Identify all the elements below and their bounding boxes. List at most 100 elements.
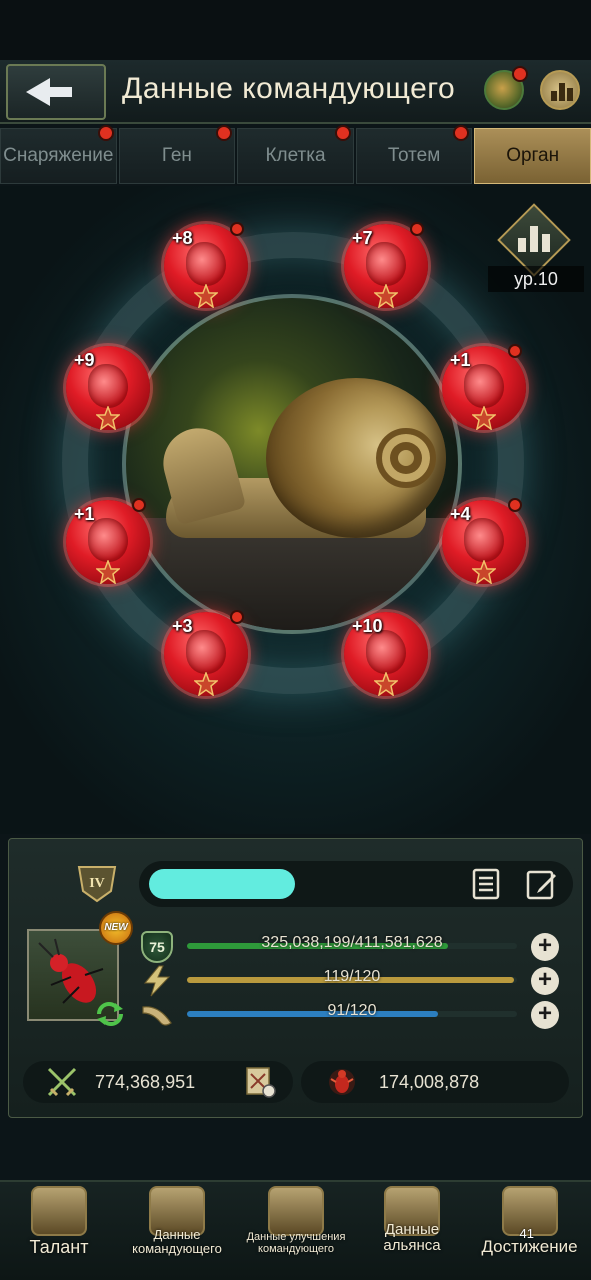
organ-level-text: ур.10 bbox=[488, 266, 584, 292]
page-title: Данные командующего bbox=[122, 72, 456, 105]
kills-bug-icon bbox=[329, 1069, 355, 1095]
back-arrow-icon bbox=[26, 78, 72, 106]
ranking-button[interactable] bbox=[540, 70, 580, 110]
tab-label: Снаряжение bbox=[3, 145, 114, 166]
snail-portrait bbox=[122, 294, 462, 634]
nav-alliance-data[interactable]: Данные альянса bbox=[356, 1182, 468, 1280]
organ-slot[interactable]: +9 bbox=[66, 346, 150, 430]
rank-numeral: IV bbox=[89, 876, 105, 891]
organ-slot[interactable]: +7 bbox=[344, 222, 428, 308]
notification-dot bbox=[132, 498, 146, 512]
edit-icon bbox=[526, 870, 556, 900]
organ-slot[interactable]: +1 bbox=[66, 498, 150, 584]
organ-slot[interactable]: +10 bbox=[344, 612, 428, 696]
nav-upgrade-data[interactable]: Данные улучшения командующего bbox=[236, 1182, 356, 1280]
organ-level: +3 bbox=[172, 616, 193, 636]
star-icon bbox=[374, 672, 398, 696]
organ-level: +10 bbox=[352, 616, 383, 636]
commander-name-redacted bbox=[149, 869, 295, 899]
snail-profile-icon[interactable] bbox=[484, 66, 528, 110]
stamina-value: 119/120 bbox=[323, 968, 381, 985]
star-icon bbox=[194, 672, 218, 696]
nav-label: Данные командующего bbox=[132, 1227, 222, 1256]
battle-report-icon bbox=[246, 1067, 276, 1098]
organ-slot[interactable]: +3 bbox=[164, 610, 248, 696]
tab-bar: Снаряжение Ген Клетка Тотем Орган bbox=[0, 125, 591, 184]
add-stamina-button[interactable]: + bbox=[531, 967, 559, 995]
nav-label: Данные улучшения командующего bbox=[246, 1231, 346, 1255]
power-box[interactable]: 774,368,951 bbox=[23, 1061, 293, 1103]
rank-emblem: IV bbox=[75, 863, 119, 903]
nav-commander-data[interactable]: Данные командующего bbox=[118, 1182, 236, 1280]
commander-name-bar bbox=[139, 861, 573, 907]
commander-panel: IV NEW 75 325,038,199/411,581,628 + 119/… bbox=[8, 838, 583, 1118]
lightning-icon bbox=[143, 965, 171, 997]
notification-dot bbox=[97, 125, 114, 141]
notification-dot bbox=[410, 222, 424, 236]
notes-icon bbox=[472, 868, 500, 900]
add-food-button[interactable]: + bbox=[531, 1001, 559, 1029]
notes-button[interactable] bbox=[469, 867, 503, 901]
edit-name-button[interactable] bbox=[525, 867, 559, 901]
organ-level: +9 bbox=[74, 350, 95, 370]
tab-label: Ген bbox=[161, 145, 192, 166]
organ-level: +7 bbox=[352, 228, 373, 248]
power-value: 774,368,951 bbox=[95, 1072, 196, 1092]
level-bars-icon bbox=[518, 226, 550, 252]
header: Данные командующего bbox=[0, 60, 591, 124]
organ-slot[interactable]: +8 bbox=[164, 222, 248, 308]
star-icon bbox=[472, 560, 496, 584]
star-icon bbox=[96, 406, 120, 430]
achievement-icon: 41 bbox=[501, 1186, 558, 1241]
crossed-swords-icon bbox=[47, 1067, 77, 1097]
tab-gene[interactable]: Ген bbox=[118, 125, 236, 184]
tab-cell[interactable]: Клетка bbox=[237, 125, 354, 184]
notification-dot bbox=[216, 125, 233, 141]
nav-achievement[interactable]: 41 Достижение bbox=[468, 1182, 591, 1280]
organ-level: +8 bbox=[172, 228, 193, 248]
tab-totem[interactable]: Тотем bbox=[355, 125, 473, 184]
refresh-icon[interactable] bbox=[95, 1001, 125, 1027]
upgrade-data-icon bbox=[268, 1186, 324, 1236]
nav-label: Данные альянса bbox=[383, 1221, 441, 1254]
organ-scene: ур.10 +8 +7 +9 +1 +1 +4 +3 +10 bbox=[0, 186, 591, 834]
tab-label: Орган bbox=[506, 145, 560, 166]
organ-slot[interactable]: +4 bbox=[442, 498, 526, 584]
star-icon bbox=[472, 406, 496, 430]
horn-icon bbox=[142, 1006, 172, 1026]
organ-level: +1 bbox=[74, 504, 95, 524]
stamina-row: 119/120 + bbox=[139, 965, 569, 997]
notification-dot bbox=[230, 610, 244, 624]
notification-dot bbox=[230, 222, 244, 236]
organ-level: +1 bbox=[450, 350, 471, 370]
notification-dot bbox=[334, 125, 351, 141]
talent-icon bbox=[31, 1186, 87, 1236]
status-bar-area bbox=[0, 0, 591, 60]
organ-slot[interactable]: +1 bbox=[442, 344, 526, 430]
notification-dot bbox=[453, 125, 470, 141]
food-row: 91/120 + bbox=[139, 999, 569, 1031]
star-icon bbox=[374, 284, 398, 308]
tab-label: Тотем bbox=[387, 145, 441, 166]
tab-equipment[interactable]: Снаряжение bbox=[0, 125, 117, 184]
star-icon bbox=[194, 284, 218, 308]
commander-level: 75 bbox=[141, 931, 173, 963]
exp-row: 75 325,038,199/411,581,628 + bbox=[139, 931, 569, 963]
add-exp-button[interactable]: + bbox=[531, 933, 559, 961]
back-button[interactable] bbox=[6, 64, 106, 120]
snail-shell-spiral bbox=[376, 428, 436, 488]
kills-box[interactable]: 174,008,878 bbox=[301, 1061, 569, 1103]
rank-shield-icon: IV bbox=[77, 866, 117, 903]
ranking-icon bbox=[551, 83, 573, 101]
bottom-nav: Талант Данные командующего Данные улучше… bbox=[0, 1180, 591, 1280]
tab-organ[interactable]: Орган bbox=[474, 128, 591, 184]
organ-level: +4 bbox=[450, 504, 471, 524]
nav-label: Талант bbox=[29, 1237, 89, 1257]
new-badge: NEW bbox=[99, 911, 133, 945]
nav-talent[interactable]: Талант bbox=[0, 1182, 118, 1280]
notification-dot bbox=[508, 498, 522, 512]
star-icon bbox=[96, 560, 120, 584]
organ-level-badge[interactable]: ур.10 bbox=[488, 203, 584, 294]
notification-dot bbox=[512, 66, 528, 82]
tab-label: Клетка bbox=[265, 145, 326, 166]
